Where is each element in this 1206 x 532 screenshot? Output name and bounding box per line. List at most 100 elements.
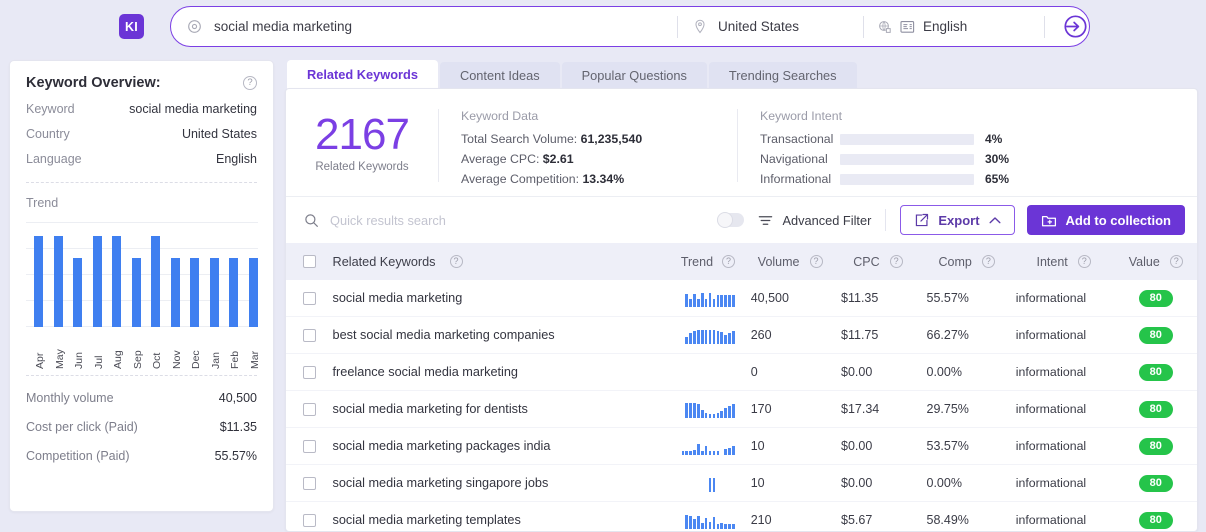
- trend-bar: [170, 257, 180, 327]
- table-row[interactable]: freelance social media marketing 0 $0.00 0.…: [286, 354, 1197, 391]
- header-cpc[interactable]: CPC ?: [835, 255, 920, 269]
- tab-popular-questions[interactable]: Popular Questions: [561, 62, 707, 89]
- table-row[interactable]: social media marketing packages india 10 $…: [286, 428, 1197, 465]
- question-mark-icon[interactable]: ?: [889, 255, 903, 268]
- overview-row-language: Language English: [26, 152, 257, 166]
- cell-keyword[interactable]: social media marketing templates: [333, 513, 643, 527]
- cell-keyword[interactable]: best social media marketing companies: [333, 328, 643, 342]
- cell-keyword[interactable]: social media marketing singapore jobs: [333, 476, 643, 490]
- quick-search-field[interactable]: Quick results search: [304, 213, 717, 228]
- header-trend[interactable]: Trend ?: [643, 255, 745, 269]
- trend-bar: [112, 235, 122, 327]
- cell-keyword[interactable]: social media marketing for dentists: [333, 402, 643, 416]
- kd-label: Average Competition:: [461, 172, 580, 186]
- language-selector[interactable]: English: [864, 7, 1044, 46]
- header-comp[interactable]: Comp ?: [921, 255, 1013, 269]
- cell-cpc: $0.00: [835, 365, 920, 379]
- kd-value: $2.61: [542, 152, 574, 166]
- cell-comp: 0.00%: [921, 365, 1013, 379]
- table-row[interactable]: social media marketing 40,500 $11.35 55.57%…: [286, 280, 1197, 317]
- row-checkbox[interactable]: [302, 439, 316, 453]
- row-select-cell[interactable]: [286, 291, 333, 305]
- kd-label: Total Search Volume:: [461, 132, 578, 146]
- tab-related-keywords[interactable]: Related Keywords: [287, 60, 438, 89]
- row-select-cell[interactable]: [286, 439, 333, 453]
- trend-sparkline: [685, 512, 735, 529]
- volume-value: 210: [750, 513, 772, 527]
- row-checkbox[interactable]: [302, 365, 316, 379]
- header-value-label: Value: [1128, 254, 1160, 269]
- trend-bar: [92, 235, 102, 327]
- overview-value: United States: [181, 127, 257, 141]
- table-row[interactable]: social media marketing for dentists 170 $1…: [286, 391, 1197, 428]
- divider: [26, 375, 257, 376]
- table-row[interactable]: best social media marketing companies 260…: [286, 317, 1197, 354]
- cell-intent: informational: [1013, 328, 1115, 342]
- cell-keyword[interactable]: social media marketing packages india: [333, 439, 643, 453]
- intent-value: informational: [1015, 291, 1087, 305]
- magnifier-icon: [304, 213, 319, 228]
- keyword-search-segment[interactable]: social media marketing: [171, 7, 677, 46]
- keyword-text: social media marketing templates: [332, 513, 521, 527]
- search-submit-button[interactable]: [1045, 7, 1089, 46]
- question-mark-icon[interactable]: ?: [981, 255, 995, 268]
- cell-comp: 0.00%: [921, 476, 1013, 490]
- kd-value: 13.34%: [582, 172, 625, 186]
- export-button[interactable]: Export: [900, 205, 1015, 235]
- cell-cpc: $5.67: [835, 513, 920, 527]
- row-select-cell[interactable]: [286, 328, 333, 342]
- tab-content-ideas[interactable]: Content Ideas: [439, 62, 560, 89]
- question-mark-icon[interactable]: ?: [1077, 255, 1091, 268]
- cell-trend: [643, 475, 745, 492]
- trend-chart-title: Trend: [26, 196, 59, 210]
- header-volume[interactable]: Volume ?: [745, 255, 835, 269]
- cpc-value: $11.75: [841, 328, 879, 342]
- select-all-cell[interactable]: [286, 255, 333, 268]
- question-mark-icon[interactable]: ?: [449, 255, 463, 268]
- intent-label: Transactional: [760, 132, 834, 146]
- row-checkbox[interactable]: [302, 513, 316, 527]
- header-value[interactable]: Value ?: [1115, 255, 1197, 269]
- country-selector[interactable]: United States: [678, 7, 863, 46]
- intent-percent: 65%: [985, 172, 1010, 186]
- cell-trend: [643, 438, 745, 455]
- row-select-cell[interactable]: [286, 476, 333, 490]
- arrow-into-circle-icon: [1063, 14, 1088, 39]
- trend-axis-label: Jun: [73, 352, 86, 369]
- results-toggle[interactable]: [717, 212, 745, 228]
- trend-axis-label: Jul: [92, 355, 105, 369]
- header-intent[interactable]: Intent ?: [1013, 255, 1115, 269]
- comp-value: 0.00%: [926, 365, 962, 379]
- volume-value: 10: [750, 439, 765, 453]
- select-all-checkbox[interactable]: [302, 255, 316, 268]
- app-logo[interactable]: KI: [119, 14, 144, 39]
- keyword-data-row-average-cpc: Average CPC: $2.61: [461, 152, 737, 166]
- row-select-cell[interactable]: [286, 365, 333, 379]
- stat-label: Monthly volume: [26, 391, 114, 405]
- cell-keyword[interactable]: social media marketing: [333, 291, 643, 305]
- question-mark-icon[interactable]: ?: [722, 255, 736, 268]
- search-input[interactable]: social media marketing: [214, 19, 352, 34]
- volume-value: 40,500: [750, 291, 789, 305]
- question-mark-icon[interactable]: ?: [809, 255, 823, 268]
- cell-intent: informational: [1013, 402, 1115, 416]
- chevron-up-icon[interactable]: [989, 216, 1001, 225]
- trend-bar-chart: [26, 222, 258, 327]
- table-row[interactable]: social media marketing singapore jobs 10 $…: [286, 465, 1197, 502]
- question-mark-icon[interactable]: ?: [243, 76, 257, 90]
- trend-axis-label: May: [53, 349, 66, 369]
- row-select-cell[interactable]: [286, 402, 333, 416]
- row-checkbox[interactable]: [302, 476, 316, 490]
- tab-trending-searches[interactable]: Trending Searches: [708, 62, 857, 89]
- cell-keyword[interactable]: freelance social media marketing: [333, 365, 643, 379]
- row-checkbox[interactable]: [302, 328, 316, 342]
- row-select-cell[interactable]: [286, 513, 333, 527]
- add-to-collection-button[interactable]: Add to collection: [1026, 205, 1185, 235]
- divider: [26, 182, 257, 183]
- row-checkbox[interactable]: [302, 291, 316, 305]
- question-mark-icon[interactable]: ?: [1169, 255, 1183, 268]
- header-keyword[interactable]: Related Keywords ?: [333, 255, 643, 269]
- row-checkbox[interactable]: [302, 402, 316, 416]
- advanced-filter-button[interactable]: Advanced Filter: [758, 213, 871, 228]
- table-row[interactable]: social media marketing templates 210 $5.67…: [286, 502, 1197, 531]
